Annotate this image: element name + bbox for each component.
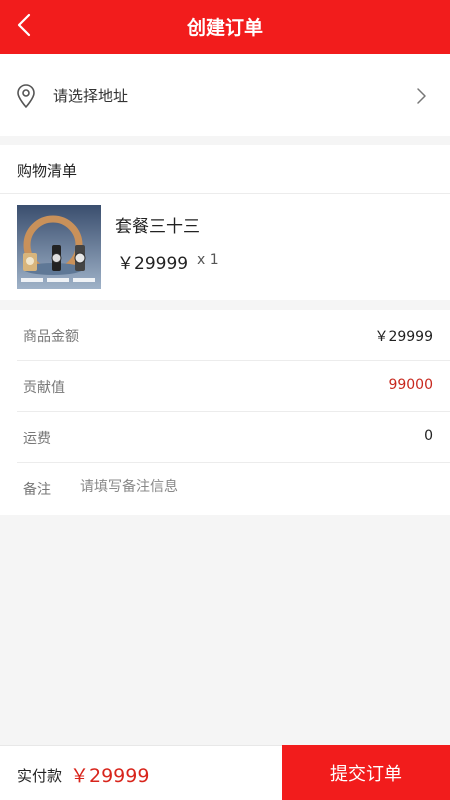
product-thumbnail[interactable] [17, 205, 101, 289]
shopping-list: 购物清单 套餐三十三 ￥29999 x 1 [0, 145, 450, 300]
submit-order-button[interactable]: 提交订单 [282, 745, 450, 800]
row-shipping: 运费 0 [0, 412, 450, 463]
row-value: 99000 [388, 377, 433, 393]
row-goods-amount: 商品金额 ￥29999 [0, 310, 450, 361]
row-value: ￥29999 [374, 329, 433, 345]
location-pin-icon [17, 84, 35, 108]
row-label: 贡献值 [23, 380, 65, 396]
order-summary: 商品金额 ￥29999 贡献值 99000 运费 0 备注 [0, 310, 450, 515]
product-quantity: x 1 [197, 252, 219, 268]
divider [0, 193, 450, 194]
page-title: 创建订单 [186, 17, 263, 39]
row-contribution: 贡献值 99000 [0, 361, 450, 412]
address-placeholder: 请选择地址 [53, 87, 129, 105]
address-selector[interactable]: 请选择地址 [0, 54, 450, 136]
payable-total: ￥29999 [70, 765, 150, 787]
note-input[interactable] [80, 475, 420, 499]
product-name: 套餐三十三 [115, 217, 200, 237]
note-label: 备注 [23, 482, 51, 498]
payable-label: 实付款 [17, 767, 63, 785]
shopping-list-heading: 购物清单 [17, 162, 78, 180]
chevron-right-icon [417, 88, 426, 104]
row-value: 0 [424, 428, 433, 444]
top-bar: 创建订单 [0, 0, 450, 54]
row-label: 商品金额 [23, 329, 79, 345]
bottom-bar: 实付款 ￥29999 提交订单 [0, 745, 450, 800]
product-price: ￥29999 [117, 254, 189, 274]
row-label: 运费 [23, 431, 51, 447]
